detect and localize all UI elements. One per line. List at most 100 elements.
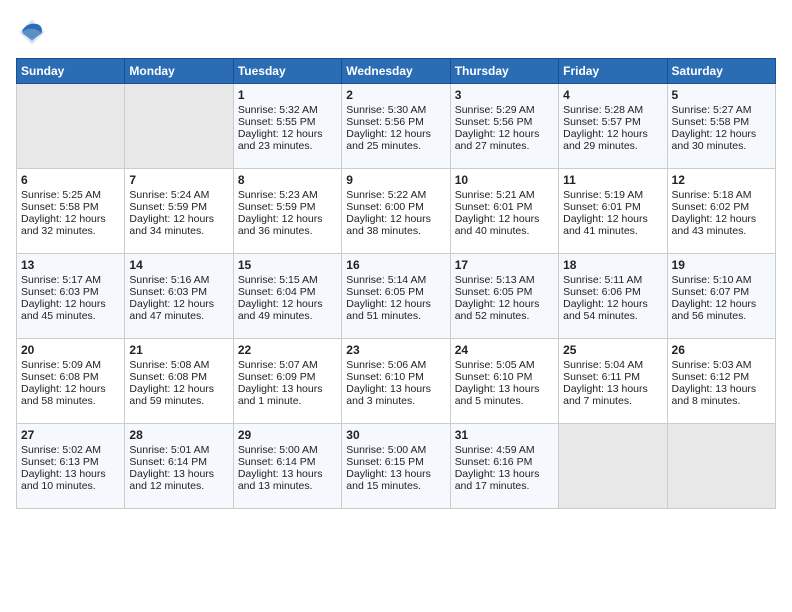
day-number: 14 (129, 258, 228, 272)
day-number: 26 (672, 343, 771, 357)
day-info: Daylight: 12 hours and 47 minutes. (129, 298, 228, 322)
day-number: 1 (238, 88, 337, 102)
calendar-cell: 24Sunrise: 5:05 AMSunset: 6:10 PMDayligh… (450, 339, 558, 424)
day-info: Daylight: 12 hours and 38 minutes. (346, 213, 445, 237)
day-number: 4 (563, 88, 662, 102)
day-info: Sunrise: 5:23 AM (238, 189, 337, 201)
day-info: Sunrise: 5:11 AM (563, 274, 662, 286)
day-number: 28 (129, 428, 228, 442)
day-number: 10 (455, 173, 554, 187)
day-info: Daylight: 12 hours and 56 minutes. (672, 298, 771, 322)
calendar-cell: 6Sunrise: 5:25 AMSunset: 5:58 PMDaylight… (17, 169, 125, 254)
day-number: 24 (455, 343, 554, 357)
day-info: Sunset: 6:13 PM (21, 456, 120, 468)
calendar-week-row: 6Sunrise: 5:25 AMSunset: 5:58 PMDaylight… (17, 169, 776, 254)
calendar-cell: 11Sunrise: 5:19 AMSunset: 6:01 PMDayligh… (559, 169, 667, 254)
day-info: Daylight: 13 hours and 7 minutes. (563, 383, 662, 407)
day-number: 13 (21, 258, 120, 272)
day-info: Daylight: 13 hours and 8 minutes. (672, 383, 771, 407)
day-info: Sunrise: 5:02 AM (21, 444, 120, 456)
day-info: Sunset: 6:16 PM (455, 456, 554, 468)
day-info: Sunset: 5:57 PM (563, 116, 662, 128)
day-info: Sunrise: 5:14 AM (346, 274, 445, 286)
calendar-cell: 5Sunrise: 5:27 AMSunset: 5:58 PMDaylight… (667, 84, 775, 169)
day-info: Sunset: 5:58 PM (672, 116, 771, 128)
day-info: Sunrise: 4:59 AM (455, 444, 554, 456)
day-info: Sunset: 6:10 PM (346, 371, 445, 383)
logo (16, 16, 52, 48)
calendar-cell (17, 84, 125, 169)
day-info: Daylight: 12 hours and 30 minutes. (672, 128, 771, 152)
weekday-header: Wednesday (342, 59, 450, 84)
day-info: Sunset: 6:11 PM (563, 371, 662, 383)
day-number: 16 (346, 258, 445, 272)
day-info: Sunset: 6:04 PM (238, 286, 337, 298)
day-info: Sunrise: 5:13 AM (455, 274, 554, 286)
calendar-cell: 18Sunrise: 5:11 AMSunset: 6:06 PMDayligh… (559, 254, 667, 339)
day-info: Sunset: 6:02 PM (672, 201, 771, 213)
day-number: 25 (563, 343, 662, 357)
calendar-week-row: 20Sunrise: 5:09 AMSunset: 6:08 PMDayligh… (17, 339, 776, 424)
calendar-table: SundayMondayTuesdayWednesdayThursdayFrid… (16, 58, 776, 509)
calendar-cell: 21Sunrise: 5:08 AMSunset: 6:08 PMDayligh… (125, 339, 233, 424)
weekday-header: Saturday (667, 59, 775, 84)
day-number: 7 (129, 173, 228, 187)
day-number: 21 (129, 343, 228, 357)
day-number: 8 (238, 173, 337, 187)
day-info: Sunset: 6:01 PM (455, 201, 554, 213)
day-info: Daylight: 13 hours and 15 minutes. (346, 468, 445, 492)
day-number: 12 (672, 173, 771, 187)
day-info: Sunrise: 5:01 AM (129, 444, 228, 456)
day-info: Sunrise: 5:00 AM (238, 444, 337, 456)
logo-icon (16, 16, 48, 48)
day-info: Sunset: 6:01 PM (563, 201, 662, 213)
day-number: 17 (455, 258, 554, 272)
day-info: Sunrise: 5:06 AM (346, 359, 445, 371)
day-info: Sunrise: 5:05 AM (455, 359, 554, 371)
day-number: 27 (21, 428, 120, 442)
calendar-cell: 2Sunrise: 5:30 AMSunset: 5:56 PMDaylight… (342, 84, 450, 169)
day-info: Sunrise: 5:03 AM (672, 359, 771, 371)
calendar-cell: 14Sunrise: 5:16 AMSunset: 6:03 PMDayligh… (125, 254, 233, 339)
day-info: Sunset: 6:07 PM (672, 286, 771, 298)
calendar-cell: 10 Sunrise: 5:21 AMSunset: 6:01 PMDayligh… (450, 169, 558, 254)
calendar-cell: 22Sunrise: 5:07 AMSunset: 6:09 PMDayligh… (233, 339, 341, 424)
calendar-cell (667, 424, 775, 509)
day-info: Sunset: 5:56 PM (455, 116, 554, 128)
day-number: 11 (563, 173, 662, 187)
day-info: Sunset: 6:14 PM (129, 456, 228, 468)
day-info: Daylight: 12 hours and 40 minutes. (455, 213, 554, 237)
day-info: Sunrise: 5:21 AM (455, 189, 554, 201)
day-info: Sunrise: 5:00 AM (346, 444, 445, 456)
day-number: 22 (238, 343, 337, 357)
calendar-cell: 12Sunrise: 5:18 AMSunset: 6:02 PMDayligh… (667, 169, 775, 254)
weekday-header: Thursday (450, 59, 558, 84)
day-info: Sunrise: 5:09 AM (21, 359, 120, 371)
day-info: Sunrise: 5:22 AM (346, 189, 445, 201)
day-info: Sunrise: 5:18 AM (672, 189, 771, 201)
day-info: Daylight: 13 hours and 5 minutes. (455, 383, 554, 407)
calendar-cell: 28Sunrise: 5:01 AMSunset: 6:14 PMDayligh… (125, 424, 233, 509)
day-info: Sunset: 6:12 PM (672, 371, 771, 383)
day-number: 18 (563, 258, 662, 272)
day-info: Sunrise: 5:24 AM (129, 189, 228, 201)
day-info: Daylight: 12 hours and 45 minutes. (21, 298, 120, 322)
day-info: Sunset: 6:09 PM (238, 371, 337, 383)
day-info: Daylight: 13 hours and 10 minutes. (21, 468, 120, 492)
day-info: Sunrise: 5:16 AM (129, 274, 228, 286)
day-info: Sunset: 6:06 PM (563, 286, 662, 298)
weekday-header: Monday (125, 59, 233, 84)
calendar-cell: 17Sunrise: 5:13 AMSunset: 6:05 PMDayligh… (450, 254, 558, 339)
weekday-header: Friday (559, 59, 667, 84)
day-info: Sunrise: 5:08 AM (129, 359, 228, 371)
day-number: 23 (346, 343, 445, 357)
day-info: Daylight: 13 hours and 1 minute. (238, 383, 337, 407)
calendar-cell (559, 424, 667, 509)
day-info: Daylight: 12 hours and 34 minutes. (129, 213, 228, 237)
day-number: 3 (455, 88, 554, 102)
page-header (16, 16, 776, 48)
calendar-cell: 29Sunrise: 5:00 AMSunset: 6:14 PMDayligh… (233, 424, 341, 509)
day-info: Daylight: 12 hours and 36 minutes. (238, 213, 337, 237)
day-info: Sunset: 6:15 PM (346, 456, 445, 468)
day-info: Sunset: 6:08 PM (21, 371, 120, 383)
